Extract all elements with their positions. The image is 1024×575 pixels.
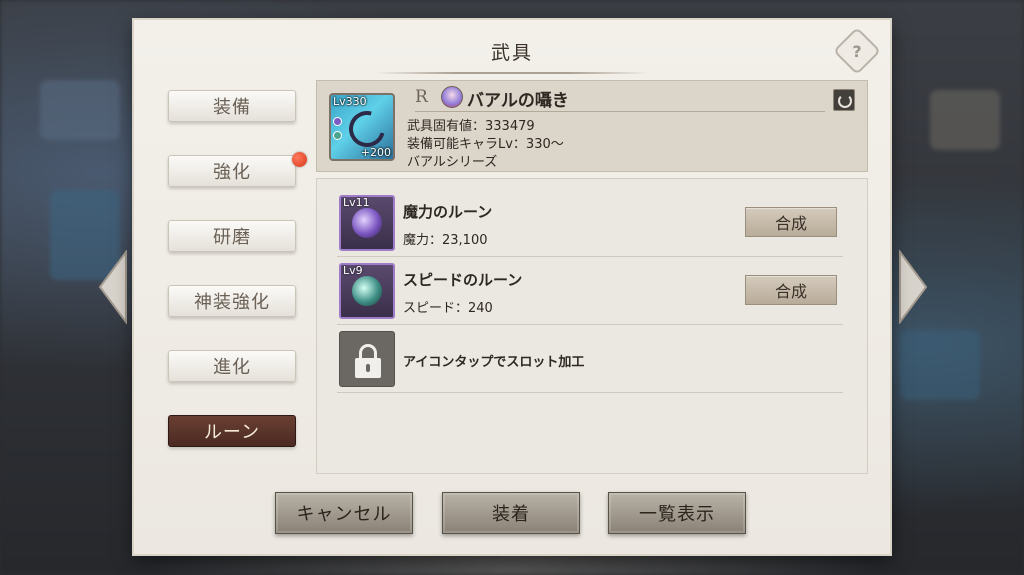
rune-panel: Lv11 魔力のルーン 魔力：23,100 合成 Lv9 スピードのルーン スピ… bbox=[316, 178, 868, 474]
question-icon: ? bbox=[852, 41, 862, 61]
synthesize-button[interactable]: 合成 bbox=[745, 275, 837, 305]
title-divider bbox=[374, 72, 650, 74]
equip-button[interactable]: 装着 bbox=[442, 492, 580, 534]
item-info-panel: Lv330 +200 R バアルの囁き 武具固有値：333479 装備可能キャラ… bbox=[316, 80, 868, 172]
lock-icon[interactable] bbox=[339, 331, 395, 387]
name-divider bbox=[415, 111, 825, 112]
help-button[interactable]: ? bbox=[832, 26, 882, 76]
weapon-icon[interactable]: Lv330 +200 bbox=[329, 93, 395, 161]
rune-stat: スピード：240 bbox=[403, 301, 493, 316]
synthesize-button[interactable]: 合成 bbox=[745, 207, 837, 237]
character-icon bbox=[441, 86, 463, 108]
dialog-title: 武具 bbox=[490, 42, 533, 64]
locked-slot-row: アイコンタップでスロット加工 bbox=[337, 325, 843, 393]
lock-keyhole bbox=[366, 364, 370, 372]
item-name: バアルの囁き bbox=[467, 91, 569, 111]
tab-polish[interactable]: 研磨 bbox=[168, 220, 296, 252]
tab-rune[interactable]: ルーン bbox=[168, 415, 296, 447]
next-arrow-icon[interactable] bbox=[898, 250, 928, 324]
rune-name: スピードのルーン bbox=[403, 271, 523, 289]
item-rarity: R bbox=[415, 87, 428, 107]
tab-evolve[interactable]: 進化 bbox=[168, 350, 296, 382]
rune-row: Lv9 スピードのルーン スピード：240 合成 bbox=[337, 257, 843, 325]
item-series: バアルシリーズ bbox=[407, 155, 498, 170]
list-view-button[interactable]: 一覧表示 bbox=[608, 492, 746, 534]
locked-slot-text: アイコンタップでスロット加工 bbox=[403, 355, 585, 370]
notification-badge bbox=[292, 152, 307, 167]
rune-row: Lv11 魔力のルーン 魔力：23,100 合成 bbox=[337, 189, 843, 257]
tab-column: 装備 強化 研磨 神装強化 進化 ルーン bbox=[158, 78, 308, 474]
tab-enhance[interactable]: 強化 bbox=[168, 155, 296, 187]
socket-icon bbox=[333, 117, 342, 126]
tab-equipment[interactable]: 装備 bbox=[168, 90, 296, 122]
cancel-button[interactable]: キャンセル bbox=[275, 492, 413, 534]
item-required-level: 装備可能キャラLv：330〜 bbox=[407, 137, 564, 152]
rune-level: Lv9 bbox=[343, 264, 363, 277]
rune-stat: 魔力：23,100 bbox=[403, 233, 488, 248]
weapon-dialog: 武具 ? 装備 強化 研磨 神装強化 進化 ルーン Lv330 +200 R バ… bbox=[134, 20, 890, 554]
speed-orb-icon bbox=[352, 276, 382, 306]
item-plus: +200 bbox=[360, 146, 391, 159]
previous-arrow-icon[interactable] bbox=[98, 250, 128, 324]
item-level: Lv330 bbox=[333, 95, 367, 108]
speed-rune-icon[interactable]: Lv9 bbox=[339, 263, 395, 319]
magic-rune-icon[interactable]: Lv11 bbox=[339, 195, 395, 251]
socket-icon bbox=[333, 131, 342, 140]
tab-divine-enhance[interactable]: 神装強化 bbox=[168, 285, 296, 317]
item-stat-value: 武具固有値：333479 bbox=[407, 119, 535, 134]
rune-name: 魔力のルーン bbox=[403, 203, 493, 221]
weapon-type-icon bbox=[833, 89, 855, 111]
magic-orb-icon bbox=[352, 208, 382, 238]
